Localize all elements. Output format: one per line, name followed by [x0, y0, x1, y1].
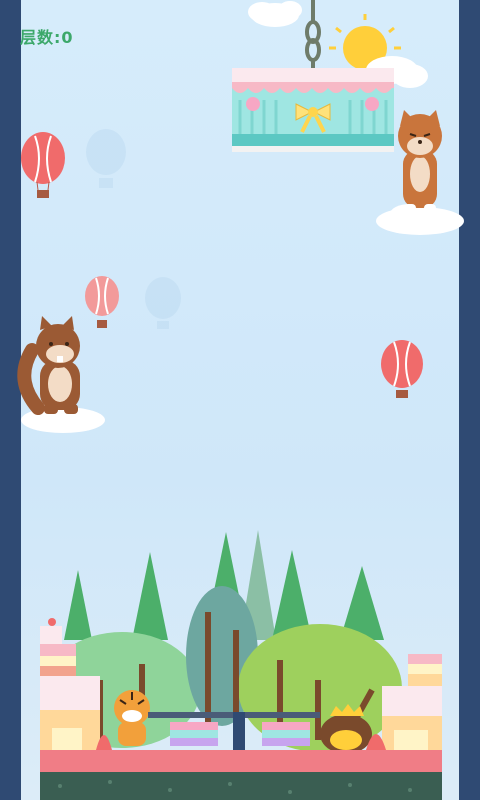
floor-counter: 层数:0 [20, 24, 74, 48]
hot-air-balloon-icon [85, 276, 119, 328]
hanging-cake-block [232, 68, 394, 152]
squirrel-character [17, 316, 105, 433]
floor-value: 0 [61, 28, 74, 47]
cloud-icon [248, 1, 302, 27]
faint-balloon-1 [86, 129, 126, 188]
faint-balloon-2 [145, 277, 181, 329]
floor-label: 层数: [20, 28, 62, 47]
ground-base [40, 750, 442, 800]
chain-hook-icon [305, 0, 321, 70]
game-scene [17, 0, 464, 800]
hot-air-balloon-icon [21, 132, 65, 198]
hot-air-balloon-icon [381, 340, 423, 398]
game-stage[interactable]: 层数:0 [0, 0, 480, 800]
tiger-character [114, 690, 150, 746]
